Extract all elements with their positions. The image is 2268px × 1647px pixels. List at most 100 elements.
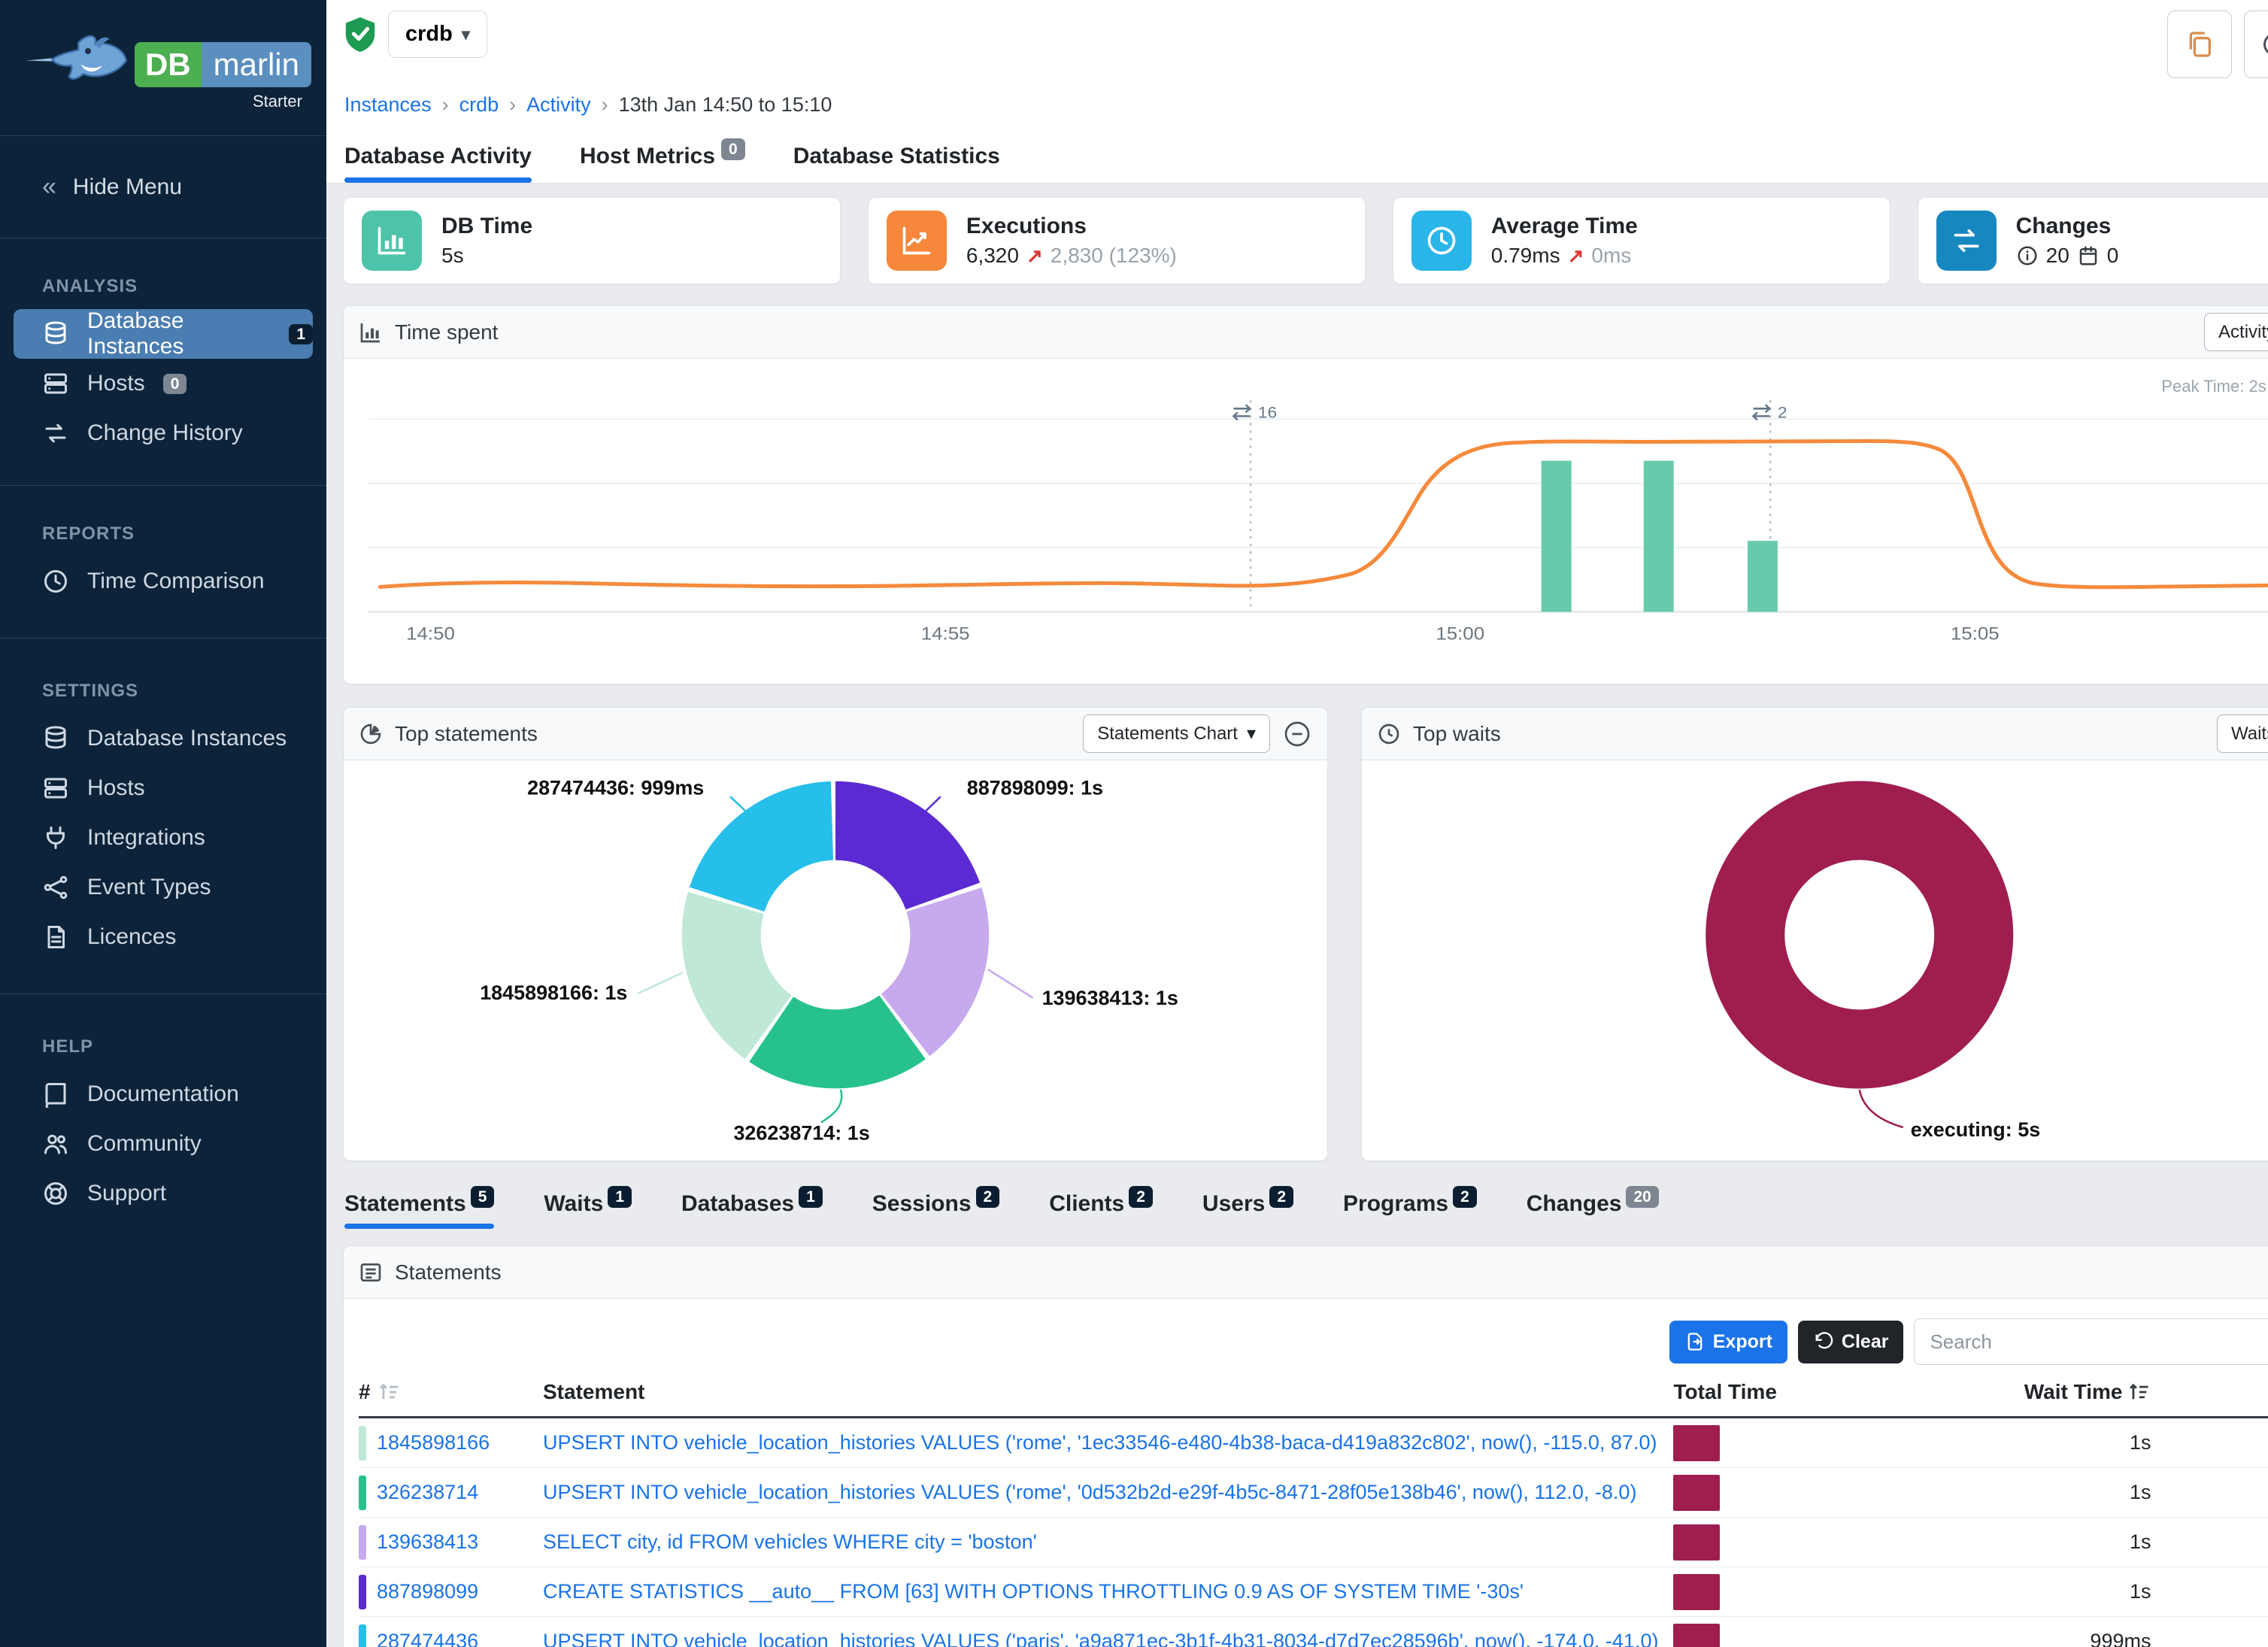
donut-slice-executing[interactable] [1745, 820, 1974, 1049]
executions-bar[interactable] [1748, 541, 1778, 611]
sidebar-item-label: Licences [87, 924, 176, 950]
col-wait-time-label[interactable]: Wait Time [2024, 1380, 2123, 1404]
sort-asc-icon[interactable] [2128, 1382, 2151, 1402]
copy-icon [2185, 29, 2215, 59]
wordmark-marlin: marlin [202, 42, 311, 87]
tab-label: Clients [1049, 1191, 1124, 1216]
breadcrumb-link[interactable]: crdb [459, 93, 499, 117]
sidebar-item-hosts[interactable]: Hosts0 [14, 359, 313, 408]
tab-clients[interactable]: Clients2 [1049, 1191, 1153, 1229]
tab-databases[interactable]: Databases1 [681, 1191, 823, 1229]
statement-text-link[interactable]: UPSERT INTO vehicle_location_histories V… [543, 1431, 1657, 1454]
waits-chart-select[interactable]: Waits Chart ▾ [2217, 714, 2268, 753]
sidebar-item-time-comparison[interactable]: Time Comparison [14, 557, 313, 606]
instance-selector[interactable]: crdb ▾ [388, 11, 487, 58]
tab-label: Database Activity [344, 144, 532, 168]
sidebar-item-label: Support [87, 1181, 166, 1206]
sidebar-item-community[interactable]: Community [14, 1119, 313, 1169]
statements-rows: 1845898166 UPSERT INTO vehicle_location_h… [359, 1418, 2268, 1647]
metric-card-average-time[interactable]: Average Time0.79ms↗0ms [1393, 197, 1891, 284]
statement-id-link[interactable]: 326238714 [377, 1481, 478, 1504]
statement-text-link[interactable]: CREATE STATISTICS __auto__ FROM [63] WIT… [543, 1580, 1524, 1603]
sidebar-item-database-instances[interactable]: Database Instances [14, 714, 313, 763]
export-button[interactable]: Export [1669, 1321, 1787, 1363]
sidebar-item-label: Change History [87, 420, 243, 446]
time-range-button[interactable]: Custom 13th Jan [2244, 11, 2268, 78]
collapse-icon[interactable] [1282, 719, 1312, 749]
sidebar-section-reports: REPORTSTime Comparison [0, 502, 326, 617]
sidebar-item-licences[interactable]: Licences [14, 912, 313, 962]
linechart-icon [887, 211, 947, 271]
statement-id-link[interactable]: 1845898166 [377, 1431, 490, 1454]
tab-label: Statements [344, 1191, 466, 1216]
sidebar-item-database-instances[interactable]: Database Instances1 [14, 309, 313, 359]
statement-text-link[interactable]: UPSERT INTO vehicle_location_histories V… [543, 1630, 1658, 1647]
search-input[interactable] [1914, 1318, 2268, 1365]
statement-text-link[interactable]: SELECT city, id FROM vehicles WHERE city… [543, 1530, 1037, 1553]
tab-waits[interactable]: Waits1 [544, 1191, 632, 1229]
time-spent-header: Time spent Activity Chart ▾ [344, 306, 2268, 359]
table-row: 1845898166 UPSERT INTO vehicle_location_h… [359, 1418, 2268, 1468]
tab-host-metrics[interactable]: Host Metrics0 [580, 144, 745, 183]
tab-programs[interactable]: Programs2 [1343, 1191, 1477, 1229]
tab-database-statistics[interactable]: Database Statistics [793, 144, 1000, 183]
clock-icon [42, 568, 69, 595]
top-waits-chart[interactable]: executing: 5s [1362, 760, 2268, 1160]
statement-text-link[interactable]: UPSERT INTO vehicle_location_histories V… [543, 1481, 1636, 1503]
sidebar-divider [0, 135, 326, 136]
statement-id-link[interactable]: 887898099 [377, 1580, 478, 1603]
calendar-icon [2077, 244, 2100, 267]
executions-bar[interactable] [1542, 461, 1572, 612]
tab-database-activity[interactable]: Database Activity [344, 144, 532, 183]
sidebar-item-integrations[interactable]: Integrations [14, 813, 313, 863]
top-statements-donut-svg: 287474436: 999ms887898099: 1s1845898166:… [344, 760, 1327, 1160]
metric-card-changes[interactable]: Changes200 [1918, 197, 2268, 284]
statement-id-link[interactable]: 287474436 [377, 1630, 478, 1647]
tab-statements[interactable]: Statements5 [344, 1191, 494, 1229]
sidebar-item-support[interactable]: Support [14, 1169, 313, 1218]
statement-id-link[interactable]: 139638413 [377, 1530, 478, 1554]
statement-color-chip [359, 1426, 366, 1460]
waits-chart-select-label: Waits Chart [2231, 723, 2268, 745]
top-statements-chart[interactable]: 287474436: 999ms887898099: 1s1845898166:… [344, 760, 1327, 1160]
sidebar-item-change-history[interactable]: Change History [14, 408, 313, 458]
sidebar-item-documentation[interactable]: Documentation [14, 1069, 313, 1119]
label-connector [821, 1090, 841, 1123]
hide-menu-button[interactable]: « Hide Menu [0, 153, 326, 221]
sidebar-item-label: Integrations [87, 825, 205, 851]
sort-icon[interactable] [378, 1382, 401, 1402]
licence-icon [42, 924, 69, 951]
metric-card-executions[interactable]: Executions6,320↗2,830 (123%) [868, 197, 1366, 284]
metric-card-db-time[interactable]: DB Time5s [343, 197, 841, 284]
donut-label: 139638413: 1s [1042, 987, 1178, 1009]
server-icon [42, 370, 69, 397]
sidebar-item-label: Documentation [87, 1081, 239, 1107]
executions-bar[interactable] [1644, 461, 1674, 612]
breadcrumb-link[interactable]: Instances [344, 93, 432, 117]
donut-label: 287474436: 999ms [527, 776, 704, 799]
top-waits-header: Top waits Waits Chart ▾ [1362, 708, 2268, 760]
col-total-time-label[interactable]: Total Time [1673, 1380, 1835, 1404]
change-swap-icon [1754, 405, 1770, 420]
statements-table-header: # Statement Total Time Wait Time Weight … [359, 1380, 2268, 1418]
table-row: 287474436 UPSERT INTO vehicle_location_hi… [359, 1617, 2268, 1647]
sidebar-item-event-types[interactable]: Event Types [14, 863, 313, 912]
time-spent-chart[interactable]: Peak Time: 2s, Executions: 837 16 [344, 359, 2268, 684]
activity-chart-select[interactable]: Activity Chart ▾ [2204, 313, 2268, 351]
copy-link-button[interactable] [2167, 11, 2232, 78]
tab-users[interactable]: Users2 [1202, 1191, 1293, 1229]
tab-changes[interactable]: Changes20 [1527, 1191, 1659, 1229]
breadcrumb-link[interactable]: Activity [526, 93, 591, 117]
tab-count-badge: 20 [1626, 1186, 1658, 1208]
clear-button[interactable]: Clear [1798, 1321, 1904, 1363]
col-hash-label[interactable]: # [359, 1380, 371, 1404]
trend-up-icon: ↗ [1568, 244, 1584, 268]
weight-value: 20% [2151, 1630, 2268, 1647]
sidebar-item-hosts[interactable]: Hosts [14, 763, 313, 813]
undo-icon [1813, 1331, 1834, 1352]
section-heading: REPORTS [0, 510, 326, 557]
tab-sessions[interactable]: Sessions2 [872, 1191, 999, 1229]
sidebar-item-label: Hosts [87, 371, 145, 396]
col-statement-label[interactable]: Statement [543, 1380, 1673, 1404]
statements-chart-select[interactable]: Statements Chart ▾ [1083, 714, 1270, 753]
